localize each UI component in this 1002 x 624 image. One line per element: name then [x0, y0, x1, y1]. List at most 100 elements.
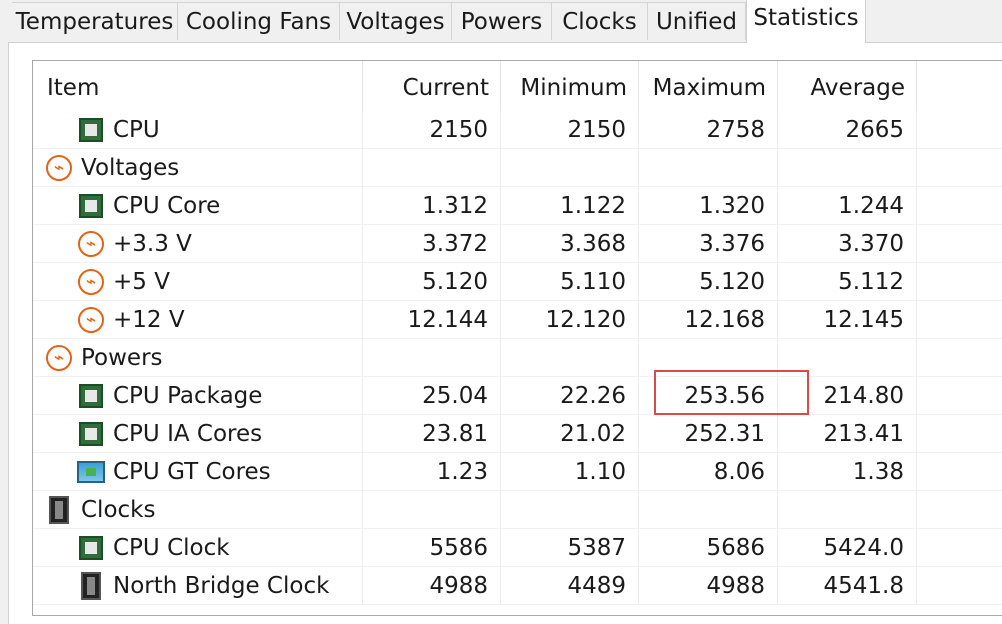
minimum-value: 22.26 — [501, 377, 639, 415]
tab-temperatures[interactable]: Temperatures — [12, 2, 178, 40]
cpu-chip-icon — [77, 116, 105, 144]
current-value — [363, 149, 501, 187]
statistics-list[interactable]: Item Current Minimum Maximum Average CPU… — [32, 60, 1002, 616]
table-row[interactable]: CPU GT Cores 1.23 1.10 8.06 1.38 — [33, 453, 1002, 491]
memory-module-icon — [45, 496, 73, 524]
item-cell: CPU Core — [33, 187, 363, 225]
minimum-value — [501, 149, 639, 187]
voltage-bolt-icon-glyph: ⌁ — [78, 307, 104, 333]
item-label: CPU GT Cores — [113, 459, 271, 485]
table-row[interactable]: ⌁ +5 V 5.120 5.110 5.120 5.112 — [33, 263, 1002, 301]
maximum-value: 2758 — [639, 111, 778, 149]
average-value — [778, 149, 917, 187]
average-value: 2665 — [778, 111, 917, 149]
maximum-value — [639, 149, 778, 187]
table-row[interactable]: ⌁ +12 V 12.144 12.120 12.168 12.145 — [33, 301, 1002, 339]
table-row[interactable]: North Bridge Clock 4988 4489 4988 4541.8 — [33, 567, 1002, 605]
average-value: 5.112 — [778, 263, 917, 301]
item-label: Powers — [81, 345, 163, 371]
memory-module-icon — [77, 572, 105, 600]
cpu-chip-icon-glyph — [79, 422, 103, 446]
group-row[interactable]: ⌁ Voltages — [33, 149, 1002, 187]
minimum-value: 1.122 — [501, 187, 639, 225]
maximum-value: 8.06 — [639, 453, 778, 491]
minimum-value: 1.10 — [501, 453, 639, 491]
item-label: CPU — [113, 117, 160, 143]
item-cell: CPU — [33, 111, 363, 149]
item-label: +3.3 V — [113, 231, 192, 257]
item-cell: ⌁ +3.3 V — [33, 225, 363, 263]
maximum-value: 252.31 — [639, 415, 778, 453]
power-bolt-icon-glyph: ⌁ — [46, 345, 72, 371]
column-header-item[interactable]: Item — [33, 61, 363, 111]
current-value: 2150 — [363, 111, 501, 149]
column-header-current[interactable]: Current — [363, 61, 501, 111]
maximum-value: 12.168 — [639, 301, 778, 339]
average-value: 12.145 — [778, 301, 917, 339]
voltage-bolt-icon: ⌁ — [77, 230, 105, 258]
table-row[interactable]: CPU 2150 2150 2758 2665 — [33, 111, 1002, 149]
group-row[interactable]: ⌁ Powers — [33, 339, 1002, 377]
filler-cell — [917, 149, 1002, 187]
column-header-row: Item Current Minimum Maximum Average — [33, 61, 1002, 111]
average-value: 1.244 — [778, 187, 917, 225]
memory-module-icon-glyph — [49, 496, 69, 524]
item-label: North Bridge Clock — [113, 573, 330, 599]
minimum-value: 5387 — [501, 529, 639, 567]
column-header-maximum[interactable]: Maximum — [639, 61, 778, 111]
column-header-minimum[interactable]: Minimum — [501, 61, 639, 111]
item-label: CPU IA Cores — [113, 421, 263, 447]
gpu-monitor-icon-glyph — [77, 461, 105, 483]
maximum-value: 4988 — [639, 567, 778, 605]
item-label: +12 V — [113, 307, 185, 333]
cpu-chip-icon — [77, 420, 105, 448]
cpu-chip-icon-glyph — [79, 194, 103, 218]
voltage-bolt-icon: ⌁ — [77, 268, 105, 296]
current-value: 5586 — [363, 529, 501, 567]
cpu-chip-icon — [77, 534, 105, 562]
voltage-bolt-icon: ⌁ — [77, 306, 105, 334]
current-value: 1.312 — [363, 187, 501, 225]
column-header-average[interactable]: Average — [778, 61, 917, 111]
voltage-bolt-icon-glyph: ⌁ — [78, 269, 104, 295]
item-label: CPU Clock — [113, 535, 230, 561]
table-row[interactable]: ⌁ +3.3 V 3.372 3.368 3.376 3.370 — [33, 225, 1002, 263]
power-bolt-icon: ⌁ — [45, 344, 73, 372]
filler-cell — [917, 339, 1002, 377]
minimum-value: 2150 — [501, 111, 639, 149]
item-label: +5 V — [113, 269, 170, 295]
tab-clocks[interactable]: Clocks — [552, 2, 648, 40]
item-cell: ⌁ +5 V — [33, 263, 363, 301]
current-value: 25.04 — [363, 377, 501, 415]
cpu-chip-icon — [77, 382, 105, 410]
filler-cell — [917, 263, 1002, 301]
table-row[interactable]: CPU Core 1.312 1.122 1.320 1.244 — [33, 187, 1002, 225]
item-cell: ⌁ Voltages — [33, 149, 363, 187]
tab-powers[interactable]: Powers — [452, 2, 552, 40]
table-row[interactable]: CPU IA Cores 23.81 21.02 252.31 213.41 — [33, 415, 1002, 453]
tab-cooling-fans[interactable]: Cooling Fans — [178, 2, 340, 40]
maximum-value: 3.376 — [639, 225, 778, 263]
filler-cell — [917, 491, 1002, 529]
current-value — [363, 339, 501, 377]
filler-cell — [917, 415, 1002, 453]
maximum-value: 5.120 — [639, 263, 778, 301]
cpu-chip-icon-glyph — [79, 384, 103, 408]
tab-statistics[interactable]: Statistics — [746, 0, 866, 43]
current-value: 1.23 — [363, 453, 501, 491]
tab-unified[interactable]: Unified — [648, 2, 746, 40]
item-cell: CPU IA Cores — [33, 415, 363, 453]
gpu-monitor-icon — [77, 458, 105, 486]
minimum-value: 5.110 — [501, 263, 639, 301]
tab-bar: Temperatures Cooling Fans Voltages Power… — [0, 0, 1002, 43]
column-header-filler — [917, 61, 1002, 111]
tab-voltages[interactable]: Voltages — [340, 2, 452, 40]
table-row[interactable]: CPU Package 25.04 22.26 253.56 214.80 — [33, 377, 1002, 415]
filler-cell — [917, 187, 1002, 225]
item-cell: ⌁ Powers — [33, 339, 363, 377]
table-row[interactable]: CPU Clock 5586 5387 5686 5424.0 — [33, 529, 1002, 567]
cpu-chip-icon — [77, 192, 105, 220]
minimum-value: 21.02 — [501, 415, 639, 453]
group-row[interactable]: Clocks — [33, 491, 1002, 529]
item-cell: CPU Package — [33, 377, 363, 415]
